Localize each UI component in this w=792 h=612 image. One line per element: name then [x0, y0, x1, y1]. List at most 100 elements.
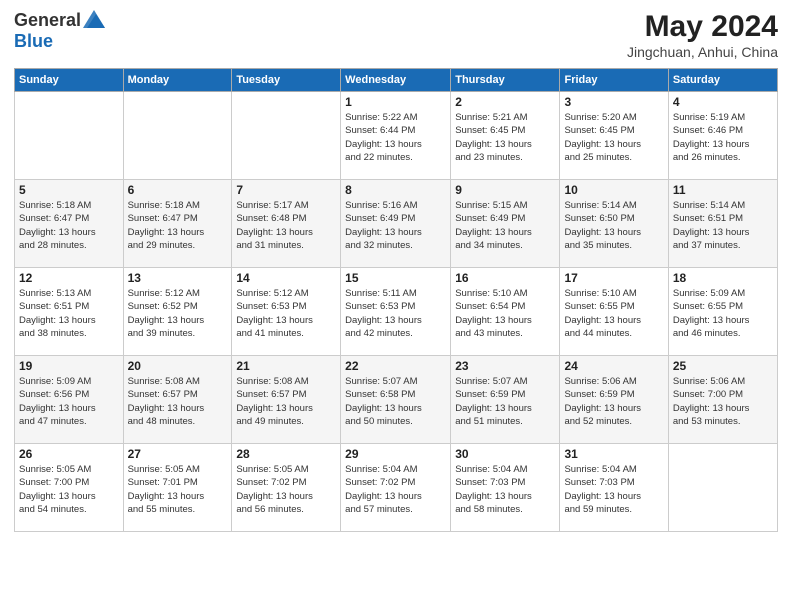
day-info: Sunrise: 5:07 AMSunset: 6:58 PMDaylight:…	[345, 375, 446, 428]
calendar-cell: 23 Sunrise: 5:07 AMSunset: 6:59 PMDayligh…	[451, 356, 560, 444]
header-saturday: Saturday	[668, 69, 777, 92]
calendar-cell: 31 Sunrise: 5:04 AMSunset: 7:03 PMDayligh…	[560, 444, 668, 532]
calendar-cell: 12Sunrise: 5:13 AMSunset: 6:51 PMDayligh…	[15, 268, 124, 356]
day-number: 4	[673, 95, 773, 109]
day-number: 27	[128, 447, 228, 461]
day-number: 23	[455, 359, 555, 373]
calendar-cell: 18 Sunrise: 5:09 AMSunset: 6:55 PMDayligh…	[668, 268, 777, 356]
day-number: 17	[564, 271, 663, 285]
calendar-cell: 7Sunrise: 5:17 AMSunset: 6:48 PMDaylight…	[232, 180, 341, 268]
day-info: Sunrise: 5:04 AMSunset: 7:03 PMDaylight:…	[564, 463, 663, 516]
day-info: Sunrise: 5:11 AMSunset: 6:53 PMDaylight:…	[345, 287, 446, 340]
calendar-cell: 17 Sunrise: 5:10 AMSunset: 6:55 PMDayligh…	[560, 268, 668, 356]
calendar-cell	[15, 92, 124, 180]
day-number: 15	[345, 271, 446, 285]
day-info: Sunrise: 5:10 AMSunset: 6:54 PMDaylight:…	[455, 287, 555, 340]
header-wednesday: Wednesday	[341, 69, 451, 92]
header-friday: Friday	[560, 69, 668, 92]
day-number: 11	[673, 183, 773, 197]
day-info: Sunrise: 5:08 AMSunset: 6:57 PMDaylight:…	[128, 375, 228, 428]
calendar-cell: 6 Sunrise: 5:18 AMSunset: 6:47 PMDaylight…	[123, 180, 232, 268]
day-number: 18	[673, 271, 773, 285]
calendar-cell: 26Sunrise: 5:05 AMSunset: 7:00 PMDayligh…	[15, 444, 124, 532]
location: Jingchuan, Anhui, China	[627, 44, 778, 60]
calendar-week-4: 26Sunrise: 5:05 AMSunset: 7:00 PMDayligh…	[15, 444, 778, 532]
day-info: Sunrise: 5:10 AMSunset: 6:55 PMDaylight:…	[564, 287, 663, 340]
day-number: 9	[455, 183, 555, 197]
day-info: Sunrise: 5:12 AMSunset: 6:53 PMDaylight:…	[236, 287, 336, 340]
logo-general-text: General	[14, 10, 81, 31]
header-monday: Monday	[123, 69, 232, 92]
calendar-cell: 21Sunrise: 5:08 AMSunset: 6:57 PMDayligh…	[232, 356, 341, 444]
calendar-cell: 9Sunrise: 5:15 AMSunset: 6:49 PMDaylight…	[451, 180, 560, 268]
day-info: Sunrise: 5:18 AMSunset: 6:47 PMDaylight:…	[128, 199, 228, 252]
day-info: Sunrise: 5:09 AMSunset: 6:56 PMDaylight:…	[19, 375, 119, 428]
calendar-cell	[123, 92, 232, 180]
day-number: 8	[345, 183, 446, 197]
day-number: 19	[19, 359, 119, 373]
day-number: 13	[128, 271, 228, 285]
calendar-cell: 16 Sunrise: 5:10 AMSunset: 6:54 PMDayligh…	[451, 268, 560, 356]
logo: General Blue	[14, 10, 105, 52]
day-info: Sunrise: 5:06 AMSunset: 7:00 PMDaylight:…	[673, 375, 773, 428]
calendar-week-1: 5Sunrise: 5:18 AMSunset: 6:47 PMDaylight…	[15, 180, 778, 268]
calendar-cell: 8 Sunrise: 5:16 AMSunset: 6:49 PMDaylight…	[341, 180, 451, 268]
day-number: 7	[236, 183, 336, 197]
day-info: Sunrise: 5:14 AMSunset: 6:51 PMDaylight:…	[673, 199, 773, 252]
day-number: 30	[455, 447, 555, 461]
calendar-cell: 20 Sunrise: 5:08 AMSunset: 6:57 PMDayligh…	[123, 356, 232, 444]
calendar-week-2: 12Sunrise: 5:13 AMSunset: 6:51 PMDayligh…	[15, 268, 778, 356]
day-number: 10	[564, 183, 663, 197]
calendar-week-0: 1Sunrise: 5:22 AMSunset: 6:44 PMDaylight…	[15, 92, 778, 180]
calendar-cell: 3 Sunrise: 5:20 AMSunset: 6:45 PMDaylight…	[560, 92, 668, 180]
header-thursday: Thursday	[451, 69, 560, 92]
day-info: Sunrise: 5:08 AMSunset: 6:57 PMDaylight:…	[236, 375, 336, 428]
calendar-cell: 25 Sunrise: 5:06 AMSunset: 7:00 PMDayligh…	[668, 356, 777, 444]
calendar-cell: 27 Sunrise: 5:05 AMSunset: 7:01 PMDayligh…	[123, 444, 232, 532]
day-number: 22	[345, 359, 446, 373]
calendar-cell: 28 Sunrise: 5:05 AMSunset: 7:02 PMDayligh…	[232, 444, 341, 532]
calendar-cell: 2Sunrise: 5:21 AMSunset: 6:45 PMDaylight…	[451, 92, 560, 180]
month-title: May 2024	[627, 10, 778, 44]
day-info: Sunrise: 5:12 AMSunset: 6:52 PMDaylight:…	[128, 287, 228, 340]
day-number: 3	[564, 95, 663, 109]
title-block: May 2024 Jingchuan, Anhui, China	[627, 10, 778, 60]
calendar-cell	[232, 92, 341, 180]
day-number: 1	[345, 95, 446, 109]
day-info: Sunrise: 5:06 AMSunset: 6:59 PMDaylight:…	[564, 375, 663, 428]
calendar-cell: 1Sunrise: 5:22 AMSunset: 6:44 PMDaylight…	[341, 92, 451, 180]
day-number: 16	[455, 271, 555, 285]
calendar-cell: 14 Sunrise: 5:12 AMSunset: 6:53 PMDayligh…	[232, 268, 341, 356]
day-info: Sunrise: 5:04 AMSunset: 7:03 PMDaylight:…	[455, 463, 555, 516]
day-number: 12	[19, 271, 119, 285]
calendar-cell: 11 Sunrise: 5:14 AMSunset: 6:51 PMDayligh…	[668, 180, 777, 268]
calendar-week-3: 19 Sunrise: 5:09 AMSunset: 6:56 PMDayligh…	[15, 356, 778, 444]
day-number: 25	[673, 359, 773, 373]
day-number: 6	[128, 183, 228, 197]
day-info: Sunrise: 5:05 AMSunset: 7:01 PMDaylight:…	[128, 463, 228, 516]
day-info: Sunrise: 5:07 AMSunset: 6:59 PMDaylight:…	[455, 375, 555, 428]
calendar-cell: 29Sunrise: 5:04 AMSunset: 7:02 PMDayligh…	[341, 444, 451, 532]
day-info: Sunrise: 5:14 AMSunset: 6:50 PMDaylight:…	[564, 199, 663, 252]
day-info: Sunrise: 5:20 AMSunset: 6:45 PMDaylight:…	[564, 111, 663, 164]
day-number: 20	[128, 359, 228, 373]
day-number: 28	[236, 447, 336, 461]
day-number: 14	[236, 271, 336, 285]
calendar-cell: 22 Sunrise: 5:07 AMSunset: 6:58 PMDayligh…	[341, 356, 451, 444]
day-info: Sunrise: 5:05 AMSunset: 7:00 PMDaylight:…	[19, 463, 119, 516]
logo-icon	[83, 10, 105, 28]
calendar-cell: 5Sunrise: 5:18 AMSunset: 6:47 PMDaylight…	[15, 180, 124, 268]
day-info: Sunrise: 5:05 AMSunset: 7:02 PMDaylight:…	[236, 463, 336, 516]
day-info: Sunrise: 5:19 AMSunset: 6:46 PMDaylight:…	[673, 111, 773, 164]
day-number: 31	[564, 447, 663, 461]
calendar-cell	[668, 444, 777, 532]
calendar-cell: 13 Sunrise: 5:12 AMSunset: 6:52 PMDayligh…	[123, 268, 232, 356]
header-sunday: Sunday	[15, 69, 124, 92]
calendar-cell: 15 Sunrise: 5:11 AMSunset: 6:53 PMDayligh…	[341, 268, 451, 356]
day-info: Sunrise: 5:16 AMSunset: 6:49 PMDaylight:…	[345, 199, 446, 252]
day-info: Sunrise: 5:09 AMSunset: 6:55 PMDaylight:…	[673, 287, 773, 340]
calendar-cell: 10 Sunrise: 5:14 AMSunset: 6:50 PMDayligh…	[560, 180, 668, 268]
page-container: General Blue May 2024 Jingchuan, Anhui, …	[0, 0, 792, 542]
day-number: 24	[564, 359, 663, 373]
calendar-cell: 24 Sunrise: 5:06 AMSunset: 6:59 PMDayligh…	[560, 356, 668, 444]
